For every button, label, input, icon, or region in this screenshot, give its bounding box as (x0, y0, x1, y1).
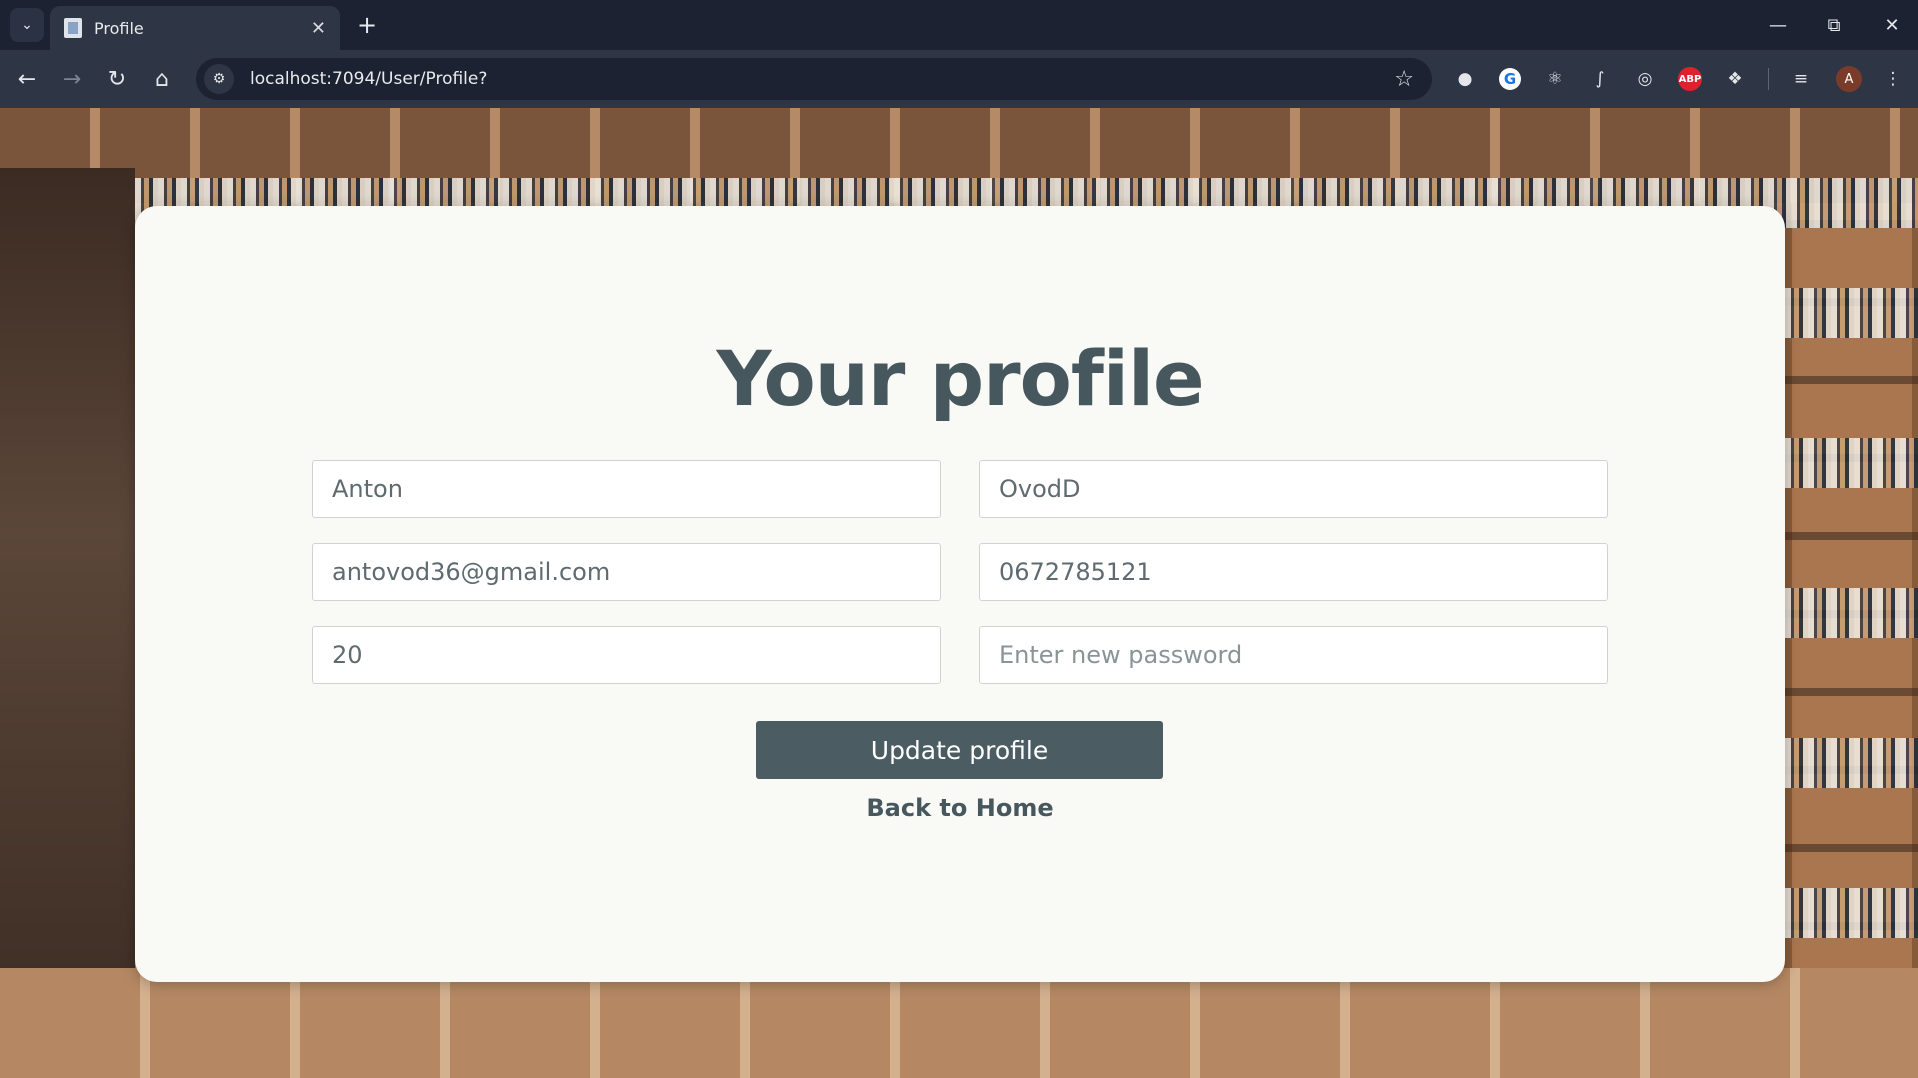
reload-icon[interactable]: ↻ (100, 62, 134, 96)
site-info-icon[interactable]: ⚙ (204, 64, 234, 94)
toolbar-divider (1768, 68, 1769, 90)
url-text[interactable]: localhost:7094/User/Profile? (250, 69, 1394, 89)
close-icon[interactable]: ✕ (311, 18, 326, 39)
extension-dot-icon[interactable]: ● (1452, 66, 1478, 92)
tab-profile[interactable]: Profile ✕ (50, 6, 340, 50)
forward-icon[interactable]: → (55, 62, 89, 96)
email-input[interactable] (312, 543, 941, 601)
background-books (1785, 438, 1918, 488)
background-wall (0, 168, 135, 1078)
background-books (1785, 288, 1918, 338)
background-books (1785, 738, 1918, 788)
star-icon[interactable]: ☆ (1394, 67, 1414, 92)
menu-icon[interactable]: ⋮ (1880, 66, 1906, 92)
back-icon[interactable]: ← (10, 62, 44, 96)
avatar[interactable]: A (1836, 66, 1862, 92)
extension-target-icon[interactable]: ◎ (1632, 66, 1658, 92)
tab-strip: ⌄ Profile ✕ + — ⧉ ✕ (0, 0, 1918, 50)
tab-list-icon[interactable]: ⌄ (10, 8, 44, 42)
tab-title: Profile (94, 18, 144, 38)
new-password-input[interactable] (979, 626, 1608, 684)
profile-card: Your profile Update profile Back to Home (135, 206, 1785, 982)
adblock-plus-icon[interactable]: ABP (1678, 67, 1702, 91)
minimize-icon[interactable]: — (1758, 8, 1798, 42)
page-title: Your profile (716, 334, 1204, 423)
address-bar[interactable]: ⚙ localhost:7094/User/Profile? ☆ (196, 58, 1432, 100)
phone-input[interactable] (979, 543, 1608, 601)
age-input[interactable] (312, 626, 941, 684)
window-close-icon[interactable]: ✕ (1872, 8, 1912, 42)
back-to-home-link[interactable]: Back to Home (135, 794, 1785, 822)
home-icon[interactable]: ⌂ (145, 62, 179, 96)
background-books (1785, 888, 1918, 938)
last-name-input[interactable] (979, 460, 1608, 518)
extension-g-icon[interactable]: G (1499, 68, 1521, 90)
browser-toolbar: ← → ↻ ⌂ ⚙ localhost:7094/User/Profile? ☆… (0, 50, 1918, 108)
extensions-icon[interactable]: ❖ (1722, 66, 1748, 92)
background-floor (0, 968, 1918, 1078)
page-icon (64, 18, 82, 38)
reading-list-icon[interactable]: ≡ (1788, 66, 1814, 92)
react-devtools-icon[interactable]: ⚛ (1542, 66, 1568, 92)
plus-icon[interactable]: + (352, 10, 382, 40)
first-name-input[interactable] (312, 460, 941, 518)
background-books (1785, 588, 1918, 638)
restore-icon[interactable]: ⧉ (1814, 8, 1854, 42)
extension-feather-icon[interactable]: ∫ (1587, 66, 1613, 92)
update-profile-button[interactable]: Update profile (756, 721, 1163, 779)
